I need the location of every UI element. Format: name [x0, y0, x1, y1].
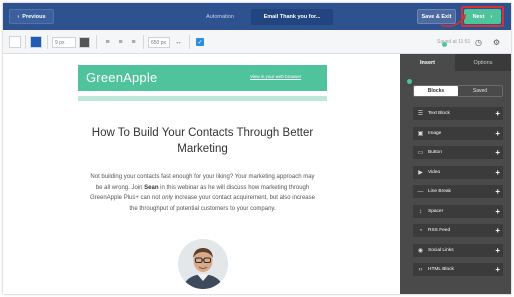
block-item-label: Line Break	[428, 189, 451, 194]
email-body-text[interactable]: Not building your contacts fast enough f…	[89, 172, 316, 214]
history-clock-icon[interactable]: ◷	[473, 37, 484, 48]
top-navigation-bar: ‹ Previous Automation Email Thank you fo…	[3, 3, 511, 30]
align-right-icon[interactable]: ≡	[128, 37, 139, 48]
plus-icon[interactable]: +	[495, 187, 500, 196]
plus-icon[interactable]: +	[495, 207, 500, 216]
email-canvas: GreenApple View in your web browser How …	[3, 54, 400, 294]
font-size-value: 9	[55, 39, 58, 46]
checkbox-icon[interactable]: ✓	[196, 38, 204, 46]
chevron-left-icon: ‹	[17, 13, 20, 20]
toolbar-divider	[143, 35, 144, 49]
block-item-html[interactable]: ‹› HTML Block +	[413, 263, 503, 276]
font-size-input[interactable]: 9 px	[52, 37, 76, 48]
toolbar-divider	[189, 35, 190, 49]
button-icon: ▭	[417, 150, 424, 156]
block-item-label: Video	[428, 170, 441, 175]
header-divider-stripe	[78, 96, 327, 101]
tab-insert[interactable]: Insert	[400, 54, 455, 71]
toolbar-divider	[96, 35, 97, 49]
line-break-icon: —	[417, 188, 424, 195]
panel-status-dot	[407, 79, 412, 84]
block-item-button[interactable]: ▭ Button +	[413, 146, 503, 159]
speaker-avatar[interactable]	[178, 239, 228, 289]
block-item-line-break[interactable]: — Line Break +	[413, 185, 503, 198]
align-left-icon[interactable]: ≡	[102, 37, 113, 48]
body-text-italic: only	[161, 195, 173, 201]
image-icon: ▣	[417, 131, 424, 137]
block-item-label: HTML Block	[428, 267, 454, 272]
gear-icon[interactable]: ⚙	[491, 37, 502, 48]
block-item-spacer[interactable]: ↕ Spacer +	[413, 205, 503, 218]
blocks-saved-toggle: Blocks Saved	[413, 85, 503, 97]
previous-label: Previous	[22, 13, 46, 20]
app-window: ‹ Previous Automation Email Thank you fo…	[3, 3, 511, 294]
previous-button[interactable]: ‹ Previous	[9, 9, 54, 24]
block-item-rss[interactable]: ◔ RSS Feed +	[413, 224, 503, 237]
text-color-swatch[interactable]	[30, 36, 42, 48]
plus-icon[interactable]: +	[495, 109, 500, 118]
plus-icon[interactable]: +	[495, 265, 500, 274]
video-play-icon: ▶	[418, 170, 423, 176]
toolbar-divider	[25, 35, 26, 49]
align-center-icon[interactable]: ≡	[115, 37, 126, 48]
block-item-label: Spacer	[428, 209, 444, 214]
code-icon: ‹›	[418, 266, 423, 273]
text-lines-icon: ☰	[417, 111, 424, 117]
email-headline[interactable]: How To Build Your Contacts Through Bette…	[78, 125, 327, 157]
tab-email[interactable]: Email Thank you for...	[251, 9, 333, 25]
saved-status-text: Saved at 11:51	[437, 39, 471, 45]
block-item-label: Social Links	[428, 248, 454, 253]
width-value: 650	[151, 39, 160, 46]
block-item-social[interactable]: ◉ Social Links +	[413, 244, 503, 257]
block-item-label: Image	[428, 131, 442, 136]
font-size-unit: px	[59, 39, 65, 46]
block-item-text[interactable]: ☰ Text Block +	[413, 107, 503, 120]
insert-panel: Insert Options Blocks Saved ☰ Text Block…	[400, 54, 511, 294]
plus-icon[interactable]: +	[495, 148, 500, 157]
tab-automation[interactable]: Automation	[192, 11, 248, 23]
chevron-right-icon: ›	[490, 13, 493, 20]
email-header[interactable]: GreenApple View in your web browser	[78, 65, 327, 91]
background-color-swatch[interactable]	[9, 36, 21, 48]
spacer-icon: ↕	[419, 208, 422, 215]
brand-logo: GreenApple	[86, 70, 158, 85]
red-arrow-annotation-icon	[440, 14, 466, 27]
block-item-label: Button	[428, 150, 442, 155]
view-in-browser-link[interactable]: View in your web browser	[250, 74, 301, 79]
border-color-swatch[interactable]	[79, 37, 90, 48]
rss-icon: ◔	[418, 227, 423, 234]
body-text-bold: Sean	[144, 184, 159, 191]
toolbar-divider	[47, 35, 48, 49]
width-unit: px	[160, 39, 167, 46]
block-item-label: RSS Feed	[428, 228, 451, 233]
person-photo-icon	[178, 239, 228, 289]
block-item-label: Text Block	[428, 111, 450, 116]
editor-toolbar: 9 px ≡ ≡ ≡ 650 px ↔ ✓ Saved at 11:51 ◷ ⚙	[3, 30, 511, 54]
full-width-toggle-icon[interactable]: ↔	[173, 37, 184, 48]
width-input[interactable]: 650 px	[148, 37, 170, 48]
block-item-image[interactable]: ▣ Image +	[413, 127, 503, 140]
plus-icon[interactable]: +	[495, 168, 500, 177]
blocks-tab[interactable]: Blocks	[414, 86, 458, 96]
plus-icon[interactable]: +	[495, 226, 500, 235]
block-item-video[interactable]: ▶ Video +	[413, 166, 503, 179]
plus-icon[interactable]: +	[495, 129, 500, 138]
tab-options[interactable]: Options	[455, 54, 511, 71]
saved-tab[interactable]: Saved	[458, 86, 502, 96]
plus-icon[interactable]: +	[495, 246, 500, 255]
social-icon: ◉	[417, 248, 424, 254]
